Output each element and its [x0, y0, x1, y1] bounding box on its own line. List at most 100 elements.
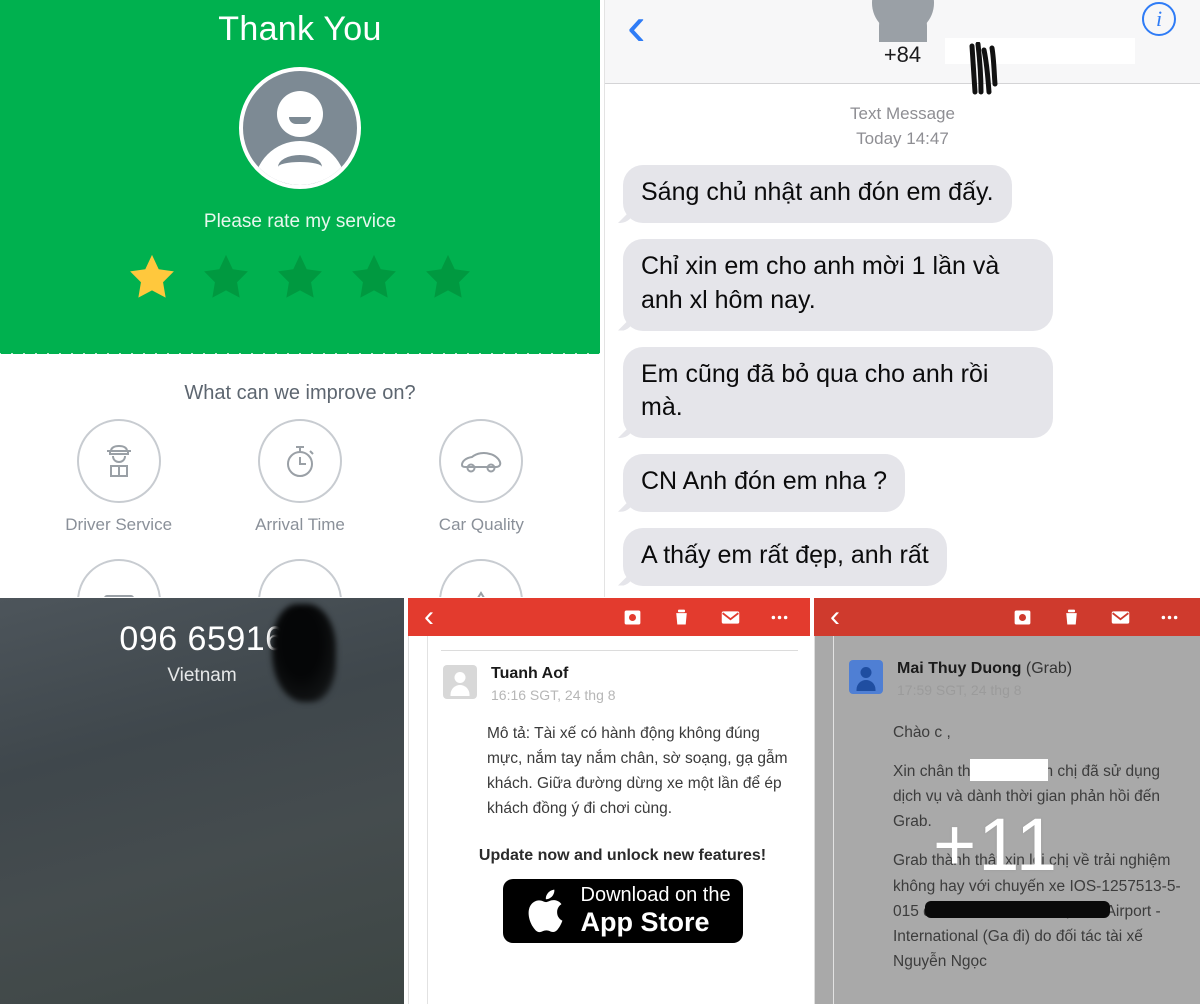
sender-name-text: Mai Thuy Duong: [897, 660, 1022, 677]
message-row: CN Anh đón em nha ?: [623, 454, 1200, 528]
improvement-category-grid-row2: [0, 551, 600, 597]
star-icon-1-filled[interactable]: [125, 251, 179, 303]
sad-person-avatar-icon: [239, 67, 361, 189]
email-body-sheet: Tuanh Aof 16:16 SGT, 24 thg 8 Mô tả: Tài…: [408, 636, 810, 1004]
apple-logo-icon: [528, 890, 562, 933]
email-body-text: Mô tả: Tài xế có hành động không đúng mự…: [435, 703, 810, 821]
chevron-left-icon[interactable]: ‹: [408, 602, 608, 632]
divider: [441, 650, 798, 651]
archive-box-icon[interactable]: [1012, 607, 1033, 628]
avatar-mouth-shape: [289, 117, 311, 124]
message-row: Chỉ xin em cho anh mời 1 lần và anh xl h…: [623, 239, 1200, 347]
navigation-icon: [439, 559, 524, 597]
app-store-badge[interactable]: Download on the App Store: [502, 879, 743, 944]
trash-icon[interactable]: [671, 607, 692, 628]
envelope-icon[interactable]: [720, 607, 741, 628]
sms-meta: Text Message Today 14:47: [605, 84, 1200, 151]
incoming-call-panel: 096 65916 Vietnam: [0, 598, 406, 1004]
email-toolbar: ‹: [408, 598, 810, 636]
star-rating-control[interactable]: [0, 251, 600, 303]
archive-box-icon[interactable]: [622, 607, 643, 628]
email-actions: [1012, 607, 1200, 628]
message-bubble[interactable]: Em cũng đã bỏ qua cho anh rồi mà.: [623, 346, 1053, 439]
redaction-overlay: [925, 901, 1110, 918]
info-circle-icon[interactable]: i: [1142, 2, 1176, 36]
email-sender-name: Tuanh Aof: [491, 665, 569, 682]
trash-icon[interactable]: [1061, 607, 1082, 628]
driver-cap-icon: [76, 419, 161, 503]
blank-icon: [257, 559, 342, 597]
chevron-left-icon[interactable]: ‹: [627, 0, 646, 54]
message-bubble[interactable]: CN Anh đón em nha ?: [623, 454, 905, 512]
avatar-frown-shape: [278, 155, 322, 179]
redaction-overlay: [970, 759, 1048, 781]
category-label: Car Quality: [438, 515, 524, 534]
message-bubble[interactable]: Sáng chủ nhật anh đón em đấy.: [623, 165, 1012, 224]
envelope-icon[interactable]: [1110, 607, 1131, 628]
improvement-category-grid: Driver Service Arrival Time Car Quality: [0, 411, 600, 535]
sender-org-text: (Grab): [1025, 660, 1073, 677]
email-promo-text: Update now and unlock new features!: [478, 847, 767, 865]
more-dots-icon[interactable]: [1159, 607, 1180, 628]
app-store-small-label: Download on the: [580, 884, 731, 907]
email-paragraph: Mô tả: Tài xế có hành động không đúng mự…: [487, 725, 788, 818]
email-body-sheet: Mai Thuy Duong (Grab) 17:59 SGT, 24 thg …: [814, 636, 1200, 1004]
category-driver-service[interactable]: Driver Service: [44, 419, 194, 535]
email-complaint-panel: ‹ Tuanh Aof 16:16 SGT, 24 thg 8 Mô tả: T…: [408, 598, 812, 1004]
app-store-text: Download on the App Store: [581, 884, 731, 938]
avatar-head-shape: [277, 91, 323, 137]
star-icon-4-empty[interactable]: [347, 251, 401, 303]
email-actions: [622, 607, 810, 628]
sms-timestamp: Today 14:47: [856, 128, 949, 148]
app-store-big-label: App Store: [580, 907, 710, 938]
avatar: [0, 67, 600, 189]
sms-navbar: ‹ +84 i: [605, 0, 1200, 95]
email-timestamp: 16:16 SGT, 24 thg 8: [491, 687, 616, 703]
more-dots-icon[interactable]: [769, 607, 790, 628]
rating-subtitle: Please rate my service: [203, 211, 397, 232]
grab-rating-panel: Thank You Please rate my service What ca…: [0, 0, 602, 597]
category-row2-1[interactable]: [44, 559, 194, 597]
screenshot-collage: Thank You Please rate my service What ca…: [0, 0, 1200, 1004]
call-phone-number: 096 65916: [119, 620, 285, 658]
email-sender-block: Tuanh Aof 16:16 SGT, 24 thg 8: [435, 665, 810, 703]
email-greeting: Chào c ,: [893, 720, 1182, 745]
zigzag-divider: [0, 342, 600, 354]
category-label: Arrival Time: [255, 515, 345, 534]
category-car-quality[interactable]: Car Quality: [406, 419, 556, 535]
call-country-label: Vietnam: [167, 665, 237, 686]
message-bubble[interactable]: A thấy em rất đẹp, anh rất: [623, 527, 947, 586]
category-row2-3[interactable]: [406, 559, 556, 597]
greeting-tail-text: ,: [946, 724, 951, 741]
star-icon-5-empty[interactable]: [421, 251, 475, 303]
improve-question: What can we improve on?: [184, 382, 416, 404]
page-title: Thank You: [218, 10, 382, 48]
email-sender-block: Mai Thuy Duong (Grab) 17:59 SGT, 24 thg …: [841, 646, 1200, 698]
message-row: Em cũng đã bỏ qua cho anh rồi mà.: [623, 346, 1200, 455]
email-timestamp: 17:59 SGT, 24 thg 8: [897, 682, 1022, 698]
category-row2-2[interactable]: [225, 559, 375, 597]
rating-header: Thank You Please rate my service: [0, 0, 600, 354]
contact-phone-number[interactable]: +84: [884, 42, 921, 68]
person-avatar-icon[interactable]: [871, 0, 934, 34]
email-toolbar: ‹: [814, 598, 1200, 636]
category-arrival-time[interactable]: Arrival Time: [225, 419, 375, 535]
bottom-row: 096 65916 Vietnam ‹ Tuanh Aof 16:16 SGT,…: [0, 598, 1200, 1004]
chevron-left-icon[interactable]: ‹: [814, 602, 1012, 632]
message-bubble[interactable]: Chỉ xin em cho anh mời 1 lần và anh xl h…: [623, 239, 1053, 331]
message-list: Sáng chủ nhật anh đón em đấy. Chỉ xin em…: [605, 151, 1200, 597]
car-icon: [439, 419, 524, 503]
email-sender-name: Mai Thuy Duong (Grab): [897, 660, 1072, 678]
person-avatar-icon: [443, 665, 477, 699]
more-images-badge: +11: [933, 803, 1060, 886]
category-label: Driver Service: [65, 515, 173, 534]
star-icon-3-empty[interactable]: [273, 251, 327, 303]
ink-scribble-overlay: [969, 42, 998, 95]
ink-smudge-overlay: [272, 604, 336, 702]
message-row: A thấy em rất đẹp, anh rất: [623, 527, 1200, 597]
sms-service-type: Text Message: [850, 104, 955, 123]
star-icon-2-empty[interactable]: [199, 251, 253, 303]
person-avatar-icon: [849, 660, 883, 694]
grab-reply-email-panel: ‹ Mai Thuy Duong (Grab) 17:59 SGT, 24 th…: [814, 598, 1200, 1004]
greeting-text: Chào c: [893, 724, 943, 741]
